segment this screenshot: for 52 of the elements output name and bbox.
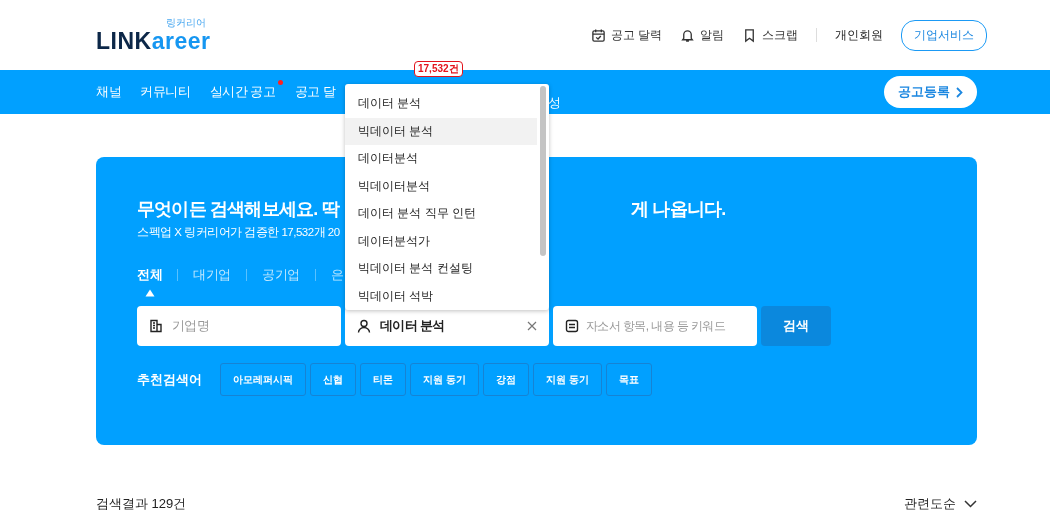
- recommend-label: 추천검색어: [137, 370, 202, 389]
- headline: 게 나옵니다.: [631, 198, 726, 221]
- bell-icon[interactable]: [680, 27, 695, 43]
- subtitle: 스펙업 X 링커리어가 검증한 17,532개 20: [137, 225, 340, 240]
- suggestion-item[interactable]: 데이터 분석 직무 인턴: [345, 200, 537, 228]
- result-count: 검색결과 129건: [96, 495, 187, 513]
- suggestion-item[interactable]: 빅데이터분석: [345, 172, 537, 200]
- company-field[interactable]: 기업명: [137, 306, 341, 346]
- scrollbar[interactable]: [540, 86, 546, 256]
- keyword-tag[interactable]: 목표: [605, 363, 652, 396]
- clear-icon[interactable]: [527, 321, 537, 331]
- keyword-tag[interactable]: 강점: [482, 363, 529, 396]
- person-icon: [357, 319, 371, 333]
- chevron-down-icon[interactable]: [964, 500, 977, 508]
- document-icon: [565, 319, 579, 333]
- logo-caption: 링커리어: [166, 17, 207, 28]
- headline: 무엇이든 검색해보세요. 딱: [137, 198, 341, 221]
- member-link[interactable]: 개인회원: [835, 26, 883, 44]
- category-tab[interactable]: 공기업: [262, 266, 300, 284]
- nav-item[interactable]: 실시간 공고: [209, 83, 276, 101]
- triangle-icon: [144, 288, 155, 297]
- search-button[interactable]: 검색: [761, 306, 831, 346]
- keyword-tag[interactable]: 아모레퍼시픽: [220, 363, 306, 396]
- nav-item[interactable]: 공고 달: [294, 83, 336, 101]
- nav-item[interactable]: 성: [548, 94, 561, 112]
- logo[interactable]: LINKareer: [96, 29, 211, 53]
- chevron-right-icon: [956, 86, 963, 98]
- header-link[interactable]: 스크랩: [762, 26, 798, 44]
- header-link[interactable]: 알림: [700, 26, 724, 44]
- keyword-tag[interactable]: 지원 동기: [410, 363, 479, 396]
- sort-dropdown[interactable]: 관련도순: [904, 495, 956, 513]
- bookmark-icon[interactable]: [742, 27, 757, 43]
- post-job-button[interactable]: 공고등록: [884, 76, 977, 108]
- suggestion-item[interactable]: 데이터분석: [345, 145, 537, 173]
- building-icon: [149, 319, 163, 333]
- header-link[interactable]: 공고 달력: [610, 26, 662, 44]
- keyword-tag[interactable]: 티몬: [360, 363, 406, 396]
- category-tab[interactable]: 전체: [137, 266, 163, 284]
- suggestion-item[interactable]: 데이터 분석: [345, 90, 537, 118]
- category-tab[interactable]: 은: [330, 266, 344, 284]
- category-tab[interactable]: 대기업: [193, 266, 231, 284]
- keyword-tag[interactable]: 신협: [310, 363, 356, 396]
- nav-item[interactable]: 채널: [96, 83, 122, 101]
- nav-item[interactable]: 커뮤니티: [140, 83, 191, 101]
- business-button[interactable]: 기업서비스: [901, 19, 987, 51]
- suggestion-item[interactable]: 빅데이터 분석: [345, 117, 537, 145]
- keyword-tag[interactable]: 지원 동기: [532, 363, 602, 396]
- count-badge: 17,532건: [414, 61, 463, 77]
- suggestion-item[interactable]: 빅데이터 분석 컨설팅: [345, 255, 537, 283]
- suggestion-item[interactable]: 데이터분석가: [345, 227, 537, 255]
- keyword-field[interactable]: 자소서 항목, 내용 등 키워드: [553, 306, 757, 346]
- calendar-icon[interactable]: [590, 27, 606, 43]
